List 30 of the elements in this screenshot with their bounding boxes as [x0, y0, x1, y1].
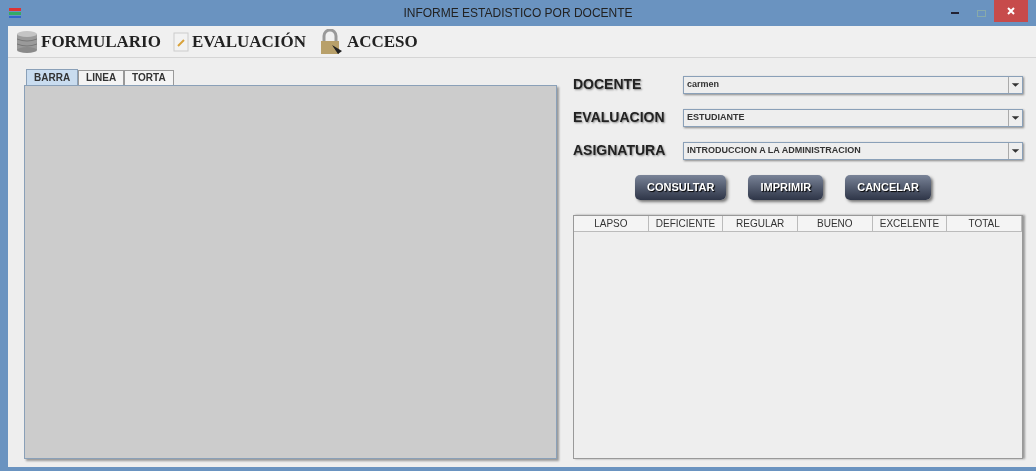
chart-tab[interactable]: BARRA: [26, 69, 79, 85]
close-button[interactable]: [994, 0, 1028, 22]
caret-icon: [1008, 142, 1022, 159]
chart-tab[interactable]: TORTA: [124, 70, 174, 85]
action-button[interactable]: CANCELAR: [845, 175, 931, 200]
menu-item[interactable]: ACCESO: [346, 28, 418, 55]
dropdown[interactable]: ESTUDIANTE: [683, 108, 1023, 127]
field-label: ASIGNATURA: [573, 141, 667, 160]
menu-item[interactable]: EVALUACIÓN: [191, 28, 306, 55]
notepad-icon: [172, 31, 189, 52]
dropdown[interactable]: carmen: [683, 75, 1023, 94]
action-button[interactable]: CONSULTAR: [635, 175, 727, 200]
database-icon: [16, 29, 38, 54]
caret-icon: [1008, 109, 1022, 126]
column-header[interactable]: DEFICIENTE: [648, 216, 724, 231]
window-title: INFORME ESTADISTICO POR DOCENTE: [403, 5, 633, 22]
field-label: DOCENTE: [573, 75, 643, 94]
chart-tab[interactable]: LINEA: [78, 70, 125, 85]
column-header[interactable]: LAPSO: [574, 216, 649, 231]
column-header[interactable]: REGULAR: [723, 216, 798, 231]
close-icon: [1007, 7, 1015, 15]
app-icon: [8, 7, 22, 19]
field-label: EVALUACION: [573, 108, 666, 127]
column-header[interactable]: EXCELENTE: [872, 216, 948, 231]
menu-item[interactable]: FORMULARIO: [41, 28, 161, 55]
action-button[interactable]: IMPRIMIR: [748, 175, 824, 200]
column-header[interactable]: TOTAL: [947, 216, 1023, 231]
dropdown[interactable]: INTRODUCCION A LA ADMINISTRACION: [683, 141, 1023, 160]
caret-icon: [1008, 76, 1022, 93]
column-header[interactable]: BUENO: [798, 216, 873, 231]
